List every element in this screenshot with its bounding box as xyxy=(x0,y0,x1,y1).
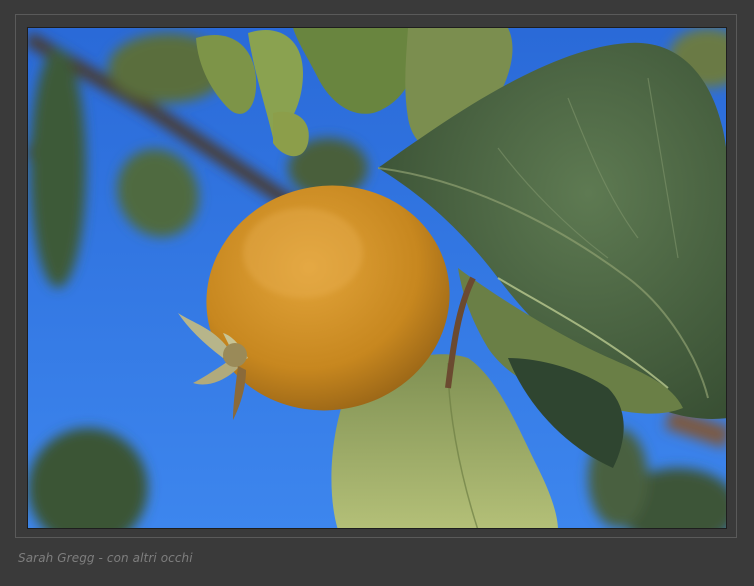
photo-viewport xyxy=(27,27,727,529)
quince-photo xyxy=(28,28,726,528)
photo-caption: Sarah Gregg - con altri occhi xyxy=(18,551,193,565)
